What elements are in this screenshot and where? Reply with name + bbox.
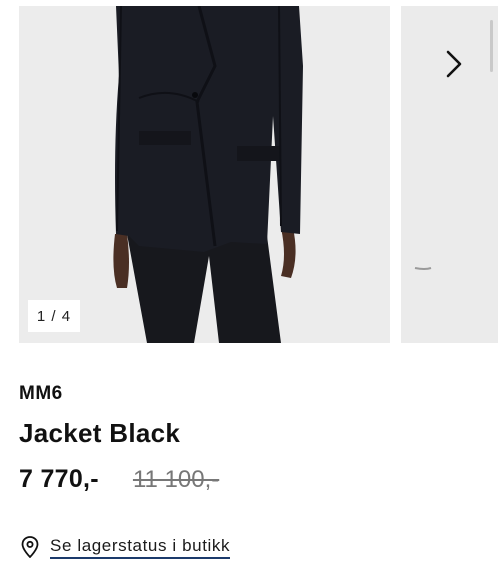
price-block: 7 770,- 11 100,-	[19, 465, 219, 494]
product-title: Jacket Black	[19, 418, 181, 448]
product-brand[interactable]: MM6	[19, 383, 63, 405]
product-page: 1 / 4 MM6 Jacket Black 7 770,- 11 100,-	[0, 0, 498, 575]
original-price: 11 100,-	[132, 466, 220, 493]
current-price: 7 770,-	[19, 465, 99, 493]
image-counter: 1 / 4	[28, 300, 80, 332]
next-image-button[interactable]	[440, 44, 468, 84]
product-image-main[interactable]: 1 / 4	[19, 6, 390, 343]
location-pin-icon	[21, 535, 41, 559]
chevron-right-icon	[446, 50, 462, 78]
product-image-gallery[interactable]: 1 / 4	[0, 0, 498, 345]
store-stock-label[interactable]: Se lagerstatus i butikk	[50, 536, 231, 559]
store-stock-link[interactable]: Se lagerstatus i butikk	[21, 535, 231, 559]
jacket-photo	[19, 6, 390, 343]
scrollbar[interactable]	[490, 20, 493, 72]
